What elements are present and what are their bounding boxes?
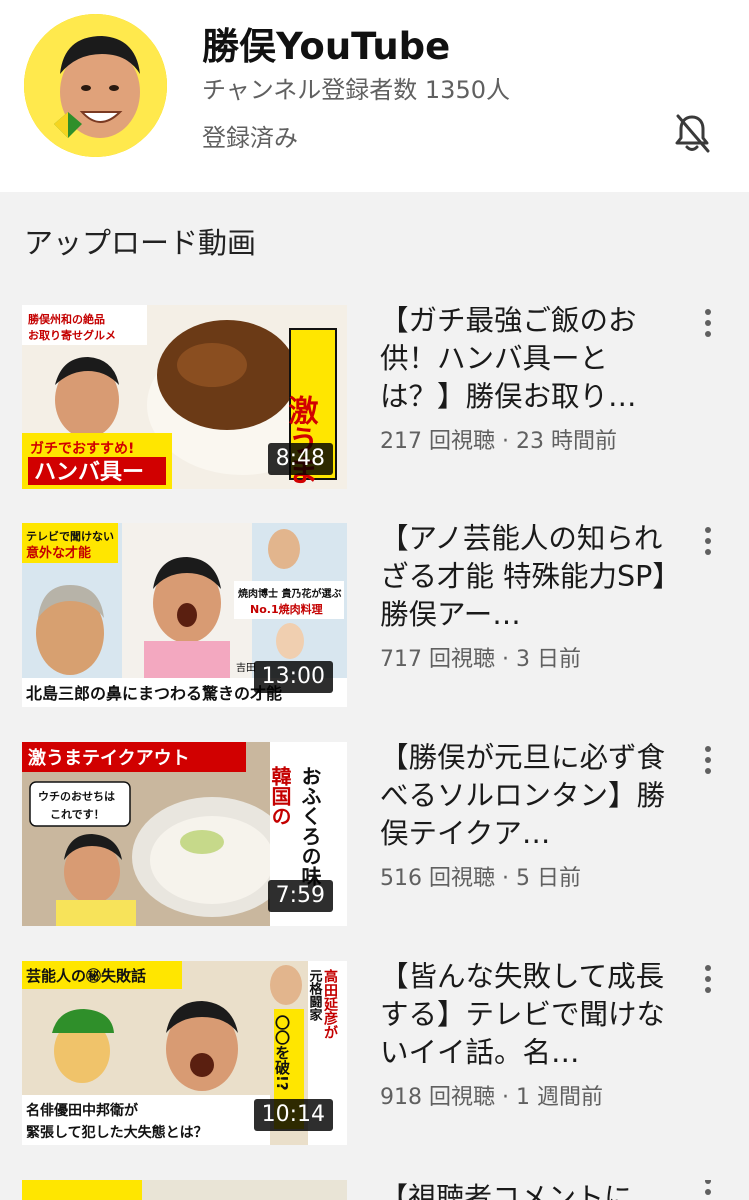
video-meta: 918 回視聴 · 1 週間前 — [380, 1085, 603, 1110]
channel-title: 勝俣YouTube — [202, 25, 451, 68]
more-options-icon[interactable] — [700, 965, 716, 995]
video-thumbnail[interactable]: テレビで聞けない 意外な才能 焼肉博士 貴乃花が選ぶ No.1焼肉料理 吉田 北… — [22, 523, 347, 707]
thumb-text: テレビで聞けない — [26, 529, 114, 543]
uploads-section-title: アップロード動画 — [24, 226, 257, 260]
channel-header: 勝俣YouTube チャンネル登録者数 1350人 登録済み — [0, 0, 749, 192]
video-title[interactable]: 【ガチ最強ご飯のお供！ハンバ具ーとは？】勝俣お取り… — [380, 302, 678, 416]
thumb-text: 緊張して犯した大失態とは？ — [26, 1124, 208, 1141]
thumb-text: 焼肉博士 貴乃花が選ぶ — [238, 587, 341, 600]
video-title[interactable]: 【アノ芸能人の知られざる才能 特殊能力SP】勝俣アー… — [380, 520, 678, 634]
video-meta: 217 回視聴 · 23 時間前 — [380, 429, 617, 454]
video-duration: 13:00 — [253, 661, 333, 693]
subscriber-count: チャンネル登録者数 1350人 — [202, 76, 510, 104]
video-meta: 516 回視聴 · 5 日前 — [380, 866, 581, 891]
video-meta: 717 回視聴 · 3 日前 — [380, 647, 581, 672]
thumb-text: おふくろの味 — [298, 766, 322, 887]
video-item-partial[interactable]: 【視聴者コメントに — [0, 1180, 749, 1200]
thumb-text: 北島三郎の鼻にまつわる驚きの才能 — [26, 684, 282, 703]
video-duration: 10:14 — [253, 1099, 333, 1131]
video-item[interactable]: 激うまテイクアウト ウチのおせちは これです！ 韓国の おふくろの味 7:59 … — [0, 739, 749, 932]
notifications-off-icon[interactable] — [670, 111, 714, 155]
video-thumbnail[interactable]: 激うまテイクアウト ウチのおせちは これです！ 韓国の おふくろの味 7:59 — [22, 742, 347, 926]
thumb-text: 名俳優田中邦衛が — [26, 1102, 139, 1119]
video-title[interactable]: 【視聴者コメントに — [380, 1180, 632, 1200]
video-title[interactable]: 【皆んな失敗して成長する】テレビで聞けないイイ話。名… — [380, 958, 678, 1072]
more-options-icon[interactable] — [700, 746, 716, 776]
thumb-text: 勝俣州和の絶品 — [28, 312, 105, 326]
thumb-text: これです！ — [50, 808, 105, 821]
thumb-text: ウチのおせちは — [38, 790, 115, 803]
video-item[interactable]: 芸能人の㊙失敗話 名俳優田中邦衛が 緊張して犯した大失態とは？ 〇〇を破!? 元… — [0, 958, 749, 1151]
video-thumbnail[interactable]: 勝俣州和の絶品 お取り寄せグルメ ガチでおすすめ! ハンバ具ー 激うま 8:48 — [22, 305, 347, 489]
video-item[interactable]: 勝俣州和の絶品 お取り寄せグルメ ガチでおすすめ! ハンバ具ー 激うま 8:48… — [0, 302, 749, 495]
thumb-text: 韓国の — [268, 765, 292, 826]
thumb-text: 意外な才能 — [26, 545, 91, 561]
video-title[interactable]: 【勝俣が元旦に必ず食べるソルロンタン】勝俣テイクア… — [380, 739, 678, 853]
video-item[interactable]: テレビで聞けない 意外な才能 焼肉博士 貴乃花が選ぶ No.1焼肉料理 吉田 北… — [0, 520, 749, 713]
video-thumbnail[interactable] — [22, 1180, 347, 1200]
thumb-text: 激うまテイクアウト — [28, 747, 190, 769]
thumb-text: 〇〇を破!? — [273, 1014, 291, 1090]
thumb-text: ガチでおすすめ! — [30, 441, 134, 457]
thumb-text: ハンバ具ー — [34, 460, 144, 485]
more-options-icon[interactable] — [700, 1180, 716, 1200]
more-options-icon[interactable] — [700, 527, 716, 557]
avatar-face-icon — [24, 14, 167, 157]
video-duration: 7:59 — [267, 880, 333, 912]
thumb-text: 芸能人の㊙失敗話 — [26, 967, 146, 985]
thumb-text: No.1焼肉料理 — [250, 602, 323, 616]
subscribed-button[interactable]: 登録済み — [202, 118, 298, 153]
more-options-icon[interactable] — [700, 309, 716, 339]
thumb-text: お取り寄せグルメ — [28, 328, 116, 342]
channel-avatar[interactable] — [24, 14, 167, 157]
video-thumbnail[interactable]: 芸能人の㊙失敗話 名俳優田中邦衛が 緊張して犯した大失態とは？ 〇〇を破!? 元… — [22, 961, 347, 1145]
thumb-text: 高田延彦が — [322, 968, 339, 1039]
video-duration: 8:48 — [267, 443, 333, 475]
thumb-text: 元格闘家 — [307, 969, 323, 1022]
